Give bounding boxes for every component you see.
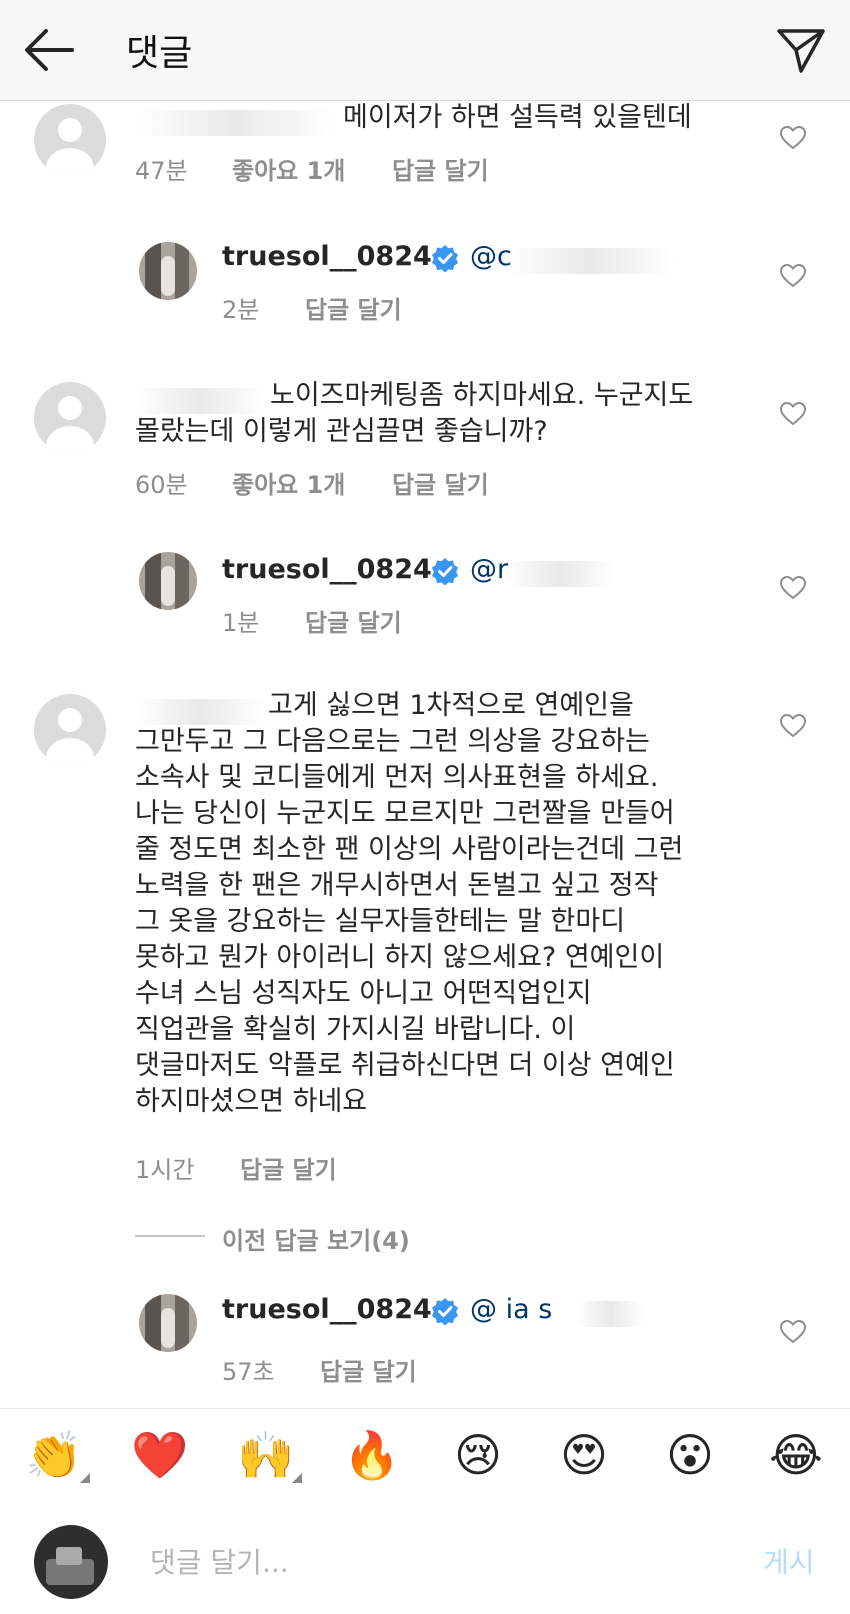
reply-button[interactable]: 답글 달기 bbox=[305, 290, 402, 325]
username[interactable]: truesol__0824 bbox=[222, 239, 432, 275]
paper-plane-icon[interactable] bbox=[776, 26, 826, 74]
comment-text: 줄 정도면 최소한 팬 이상의 사람이라는건데 그런 bbox=[135, 834, 684, 865]
crying-face-emoji[interactable]: 😢 bbox=[446, 1425, 510, 1485]
likes-count[interactable]: 좋아요 1개 bbox=[232, 465, 345, 500]
comment-text: 몰랐는데 이렇게 관심끌면 좋습니까? bbox=[135, 416, 548, 447]
avatar[interactable] bbox=[34, 104, 106, 176]
clapping-hands-emoji[interactable]: 👏 bbox=[22, 1425, 86, 1485]
blurred-mention bbox=[505, 561, 615, 587]
avatar[interactable] bbox=[139, 242, 197, 300]
surprised-face-emoji[interactable]: 😮 bbox=[658, 1425, 722, 1485]
blurred-mention bbox=[505, 248, 675, 274]
heart-icon[interactable] bbox=[780, 264, 806, 288]
comment-text: 수녀 스님 성직자도 아니고 어떤직업인지 bbox=[135, 978, 592, 1009]
view-previous-replies[interactable]: 이전 답글 보기(4) bbox=[222, 1221, 410, 1256]
comment-input[interactable] bbox=[148, 1539, 712, 1585]
comment-text: 메이저가 하면 설득력 있을텐데 bbox=[343, 102, 692, 133]
red-heart-emoji[interactable]: ❤️ bbox=[128, 1425, 192, 1485]
quick-reactions-bar: 👏 ❤️ 🙌 🔥 😢 😍 😮 😂 bbox=[0, 1408, 850, 1504]
top-bar: 댓글 bbox=[0, 0, 850, 101]
laughing-tears-emoji[interactable]: 😂 bbox=[764, 1425, 828, 1485]
comment-time: 1시간 bbox=[135, 1156, 195, 1184]
comment-text: 노력을 한 팬은 개무시하면서 돈벌고 싶고 정작 bbox=[135, 870, 659, 901]
current-user-avatar bbox=[34, 1525, 108, 1599]
heart-icon[interactable] bbox=[780, 402, 806, 426]
comment-time: 1분 bbox=[222, 609, 260, 637]
mention[interactable]: @r bbox=[470, 552, 508, 588]
comment-composer: 게시 bbox=[0, 1503, 850, 1614]
comment-text: 노이즈마케팅좀 하지마세요. 누군지도 bbox=[270, 380, 694, 411]
heart-icon[interactable] bbox=[780, 1320, 806, 1344]
comment-time: 60분 bbox=[135, 471, 188, 499]
verified-badge-icon bbox=[432, 558, 458, 585]
comment-text: 댓글마저도 악플로 취급하신다면 더 이상 연예인 bbox=[135, 1050, 675, 1081]
comment-text: 그만두고 그 다음으로는 그런 의상을 강요하는 bbox=[135, 726, 650, 757]
blurred-username bbox=[135, 388, 265, 414]
avatar[interactable] bbox=[139, 1294, 197, 1352]
fire-emoji[interactable]: 🔥 bbox=[340, 1425, 404, 1485]
verified-badge-icon bbox=[432, 1298, 458, 1325]
page-title: 댓글 bbox=[126, 33, 193, 74]
heart-icon[interactable] bbox=[780, 714, 806, 738]
reply-button[interactable]: 답글 달기 bbox=[305, 603, 402, 638]
comment-text: 못하고 뭔가 아이러니 하지 않으세요? 연예인이 bbox=[135, 942, 665, 973]
arrow-left-icon[interactable] bbox=[22, 27, 76, 73]
likes-count[interactable]: 좋아요 1개 bbox=[232, 151, 345, 186]
comment-text: 나는 당신이 누군지도 모르지만 그런짤을 만들어 bbox=[135, 798, 675, 829]
raising-hands-emoji[interactable]: 🙌 bbox=[234, 1425, 298, 1485]
comment-time: 2분 bbox=[222, 296, 260, 324]
comment-text: 그 옷을 강요하는 실무자들한테는 말 한마디 bbox=[135, 906, 626, 937]
comment-time: 47분 bbox=[135, 157, 188, 185]
username[interactable]: truesol__0824 bbox=[222, 552, 432, 588]
verified-badge-icon bbox=[432, 245, 458, 272]
comment-text: 직업관을 확실히 가지시길 바랍니다. 이 bbox=[135, 1014, 576, 1045]
blurred-username bbox=[135, 699, 265, 725]
blurred-mention bbox=[575, 1301, 645, 1327]
blurred-username bbox=[135, 110, 335, 136]
heart-icon[interactable] bbox=[780, 126, 806, 150]
comment-text: 소속사 및 코디들에게 먼저 의사표현을 하세요. bbox=[135, 762, 659, 793]
heart-icon[interactable] bbox=[780, 576, 806, 600]
avatar[interactable] bbox=[34, 382, 106, 454]
divider bbox=[135, 1235, 205, 1237]
skin-tone-indicator bbox=[292, 1473, 302, 1483]
reply-button[interactable]: 답글 달기 bbox=[392, 151, 489, 186]
avatar[interactable] bbox=[34, 694, 106, 766]
comment-text: 하지마셨으면 하네요 bbox=[135, 1086, 368, 1117]
reply-button[interactable]: 답글 달기 bbox=[240, 1150, 337, 1185]
heart-eyes-emoji[interactable]: 😍 bbox=[552, 1425, 616, 1485]
reply-button[interactable]: 답글 달기 bbox=[320, 1352, 417, 1387]
comment-time: 57초 bbox=[222, 1358, 275, 1386]
skin-tone-indicator bbox=[80, 1473, 90, 1483]
reply-button[interactable]: 답글 달기 bbox=[392, 465, 489, 500]
comment-text: 고게 싫으면 1차적으로 연예인을 bbox=[268, 690, 634, 721]
username[interactable]: truesol__0824 bbox=[222, 1292, 432, 1328]
post-button[interactable]: 게시 bbox=[763, 1541, 815, 1581]
mention[interactable]: @ ia s bbox=[470, 1292, 552, 1328]
avatar[interactable] bbox=[139, 552, 197, 610]
